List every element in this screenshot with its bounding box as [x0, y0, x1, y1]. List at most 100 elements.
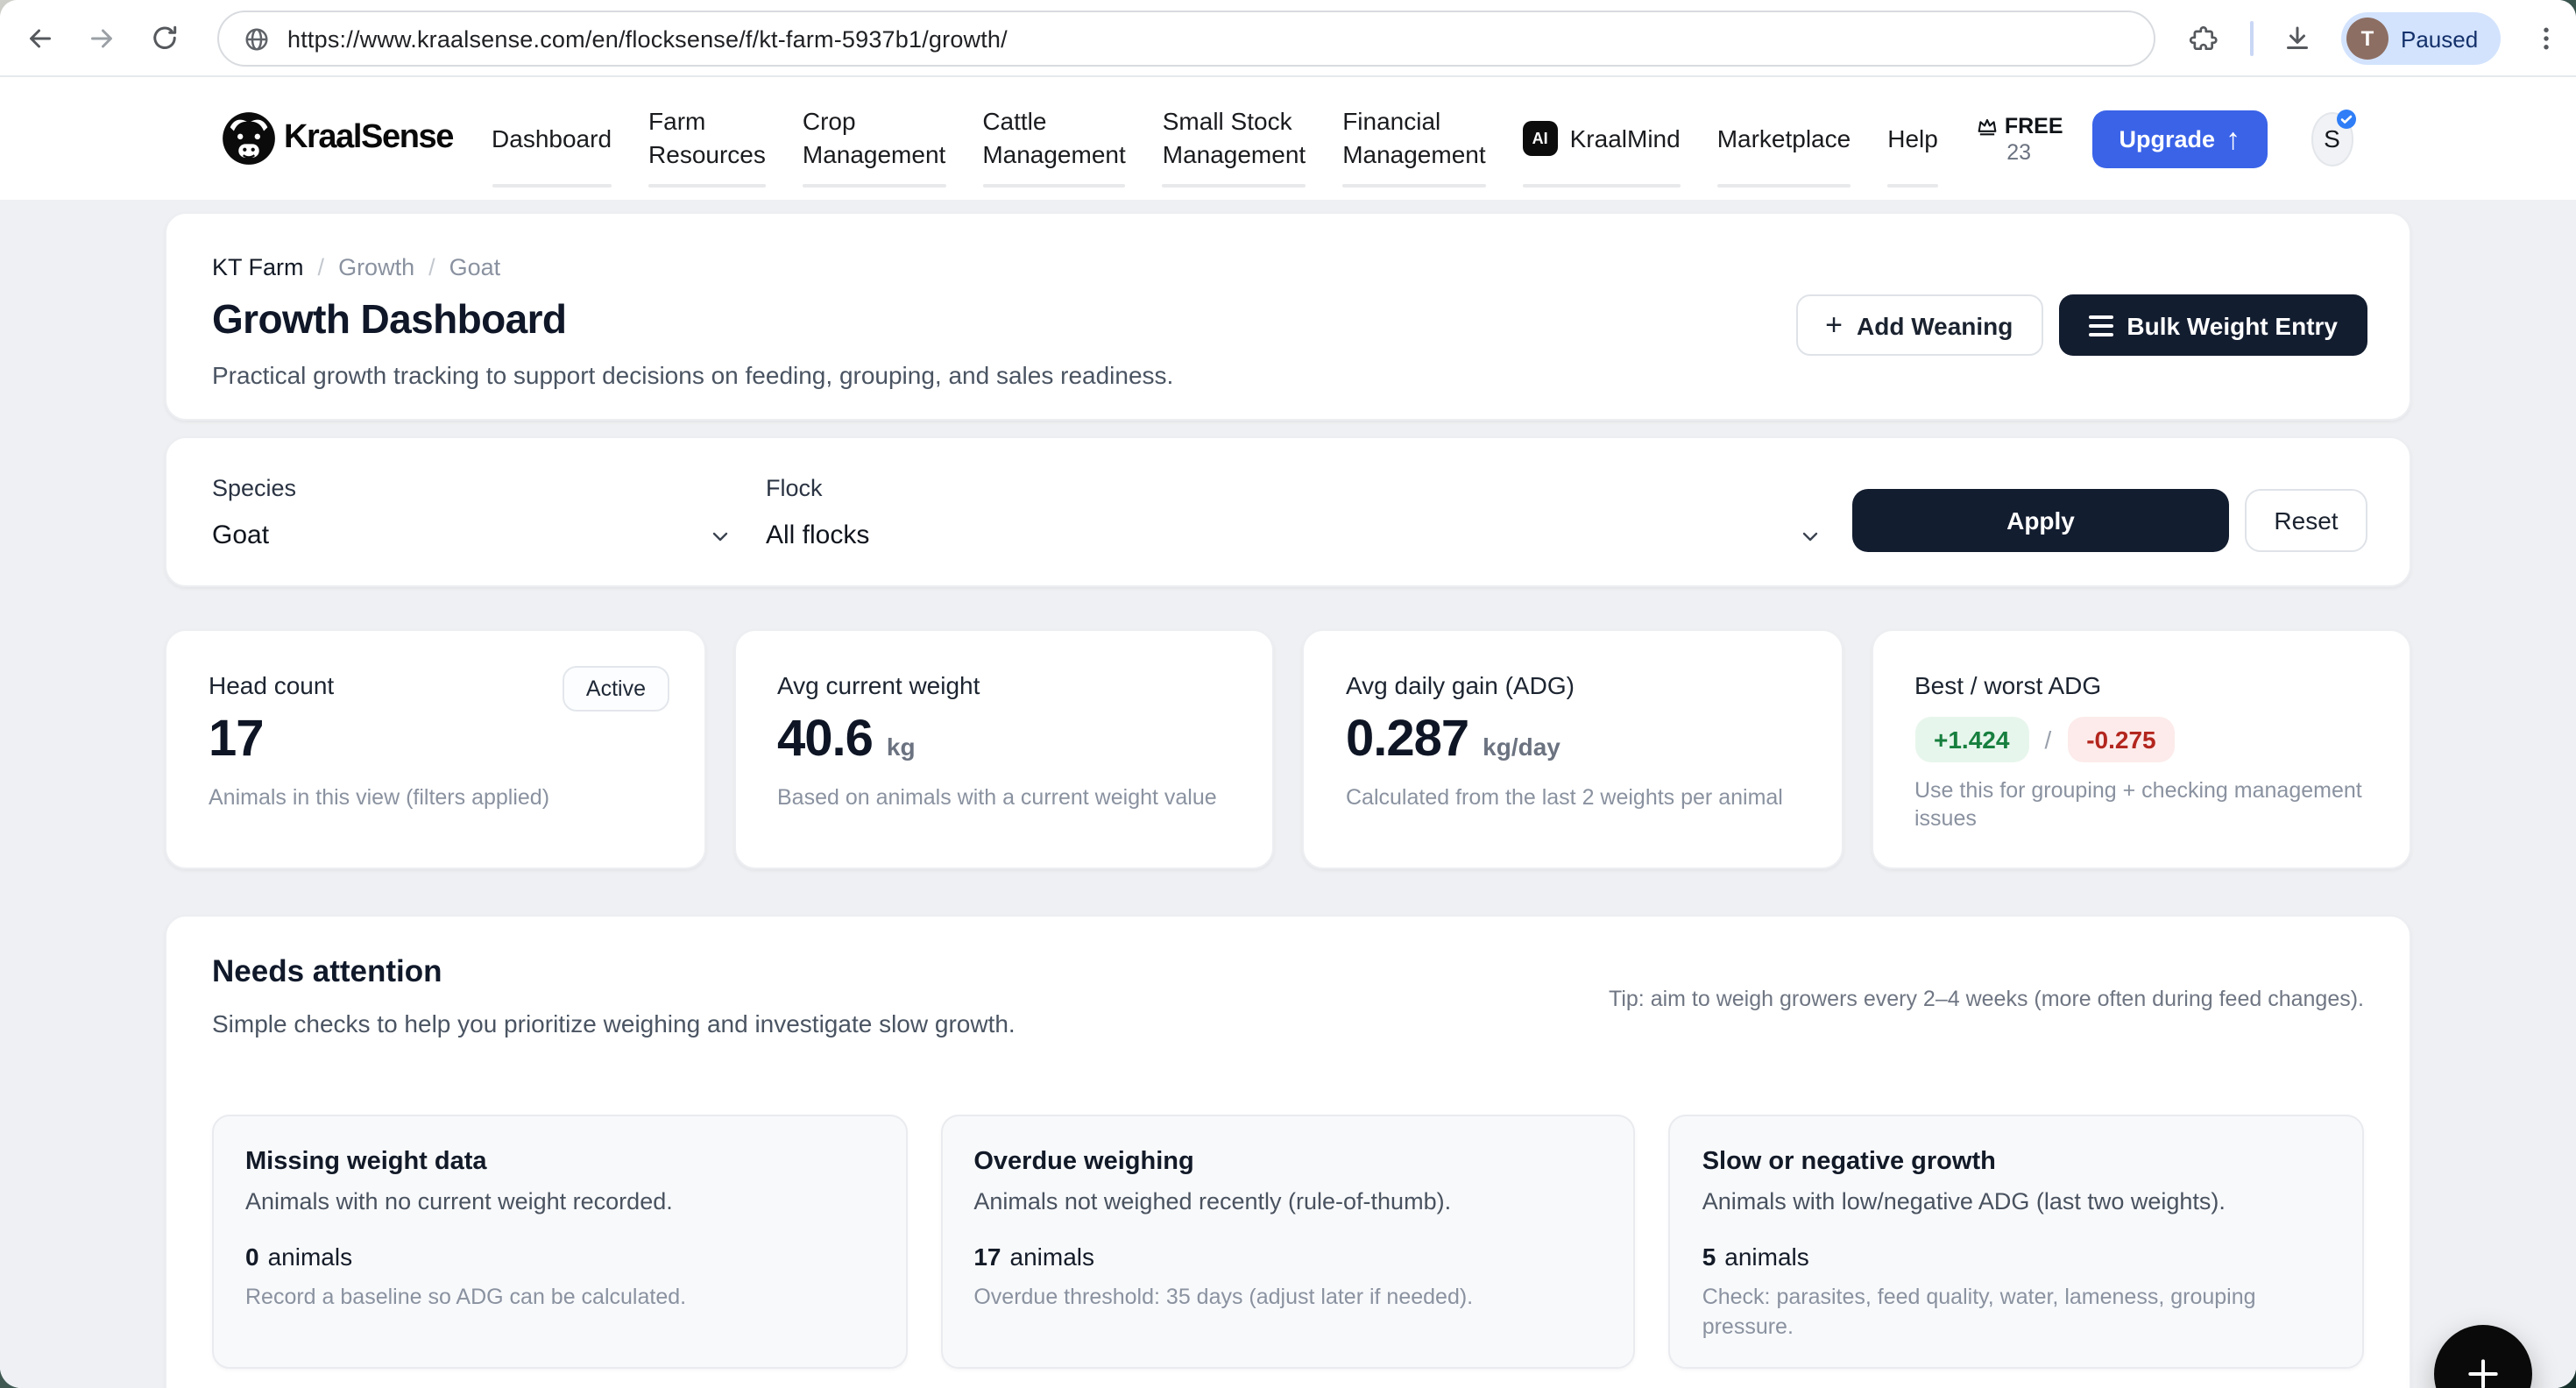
stat-card-avg-weight: Avg current weight 40.6 kg Based on anim…: [733, 629, 1274, 869]
card-count: 17animals: [973, 1243, 1602, 1271]
nav-label: Financial: [1342, 106, 1485, 138]
nav-label: Management: [982, 138, 1125, 171]
count-suffix: animals: [1724, 1243, 1809, 1271]
stat-caption: Animals in this view (filters applied): [209, 783, 665, 812]
add-weaning-label: Add Weaning: [1857, 311, 2013, 339]
section-title: Needs attention: [212, 953, 1016, 990]
attention-header: Needs attention Simple checks to help yo…: [212, 953, 2364, 1037]
card-count: 0animals: [245, 1243, 874, 1271]
stat-value: 0.287: [1346, 712, 1468, 769]
flock-label: Flock: [766, 475, 1821, 501]
plus-icon: +: [1825, 310, 1843, 340]
attention-card-missing-weight: Missing weight data Animals with no curr…: [212, 1115, 907, 1369]
nav-label: KraalMind: [1570, 122, 1681, 154]
card-desc: Animals with low/negative ADG (last two …: [1702, 1188, 2331, 1214]
bull-icon: [221, 110, 277, 166]
brand-name: KraalSense: [284, 119, 453, 158]
nav-label: Crop: [803, 106, 945, 138]
reset-button[interactable]: Reset: [2245, 489, 2367, 552]
reload-button[interactable]: [149, 23, 180, 54]
crown-icon: [1975, 113, 1999, 138]
bulk-weight-label: Bulk Weight Entry: [2127, 311, 2338, 339]
nav-label: Marketplace: [1717, 122, 1851, 154]
stat-caption: Based on animals with a current weight v…: [777, 783, 1234, 812]
nav-item-kraalmind[interactable]: AI KraalMind: [1523, 77, 1681, 200]
up-arrow-icon: ↑: [2226, 124, 2240, 153]
stat-unit: kg/day: [1483, 733, 1560, 761]
nav-label: Cattle: [982, 106, 1125, 138]
species-field: Species Goat: [212, 475, 731, 550]
back-arrow-icon: [25, 23, 56, 54]
nav-label: Resources: [648, 138, 766, 171]
breadcrumb-item-farm[interactable]: KT Farm: [212, 254, 304, 280]
active-badge[interactable]: Active: [563, 666, 669, 712]
nav-label: Dashboard: [492, 122, 612, 154]
nav-underline: [803, 184, 945, 188]
nav-label: Farm: [648, 106, 766, 138]
browser-toolbar: https://www.kraalsense.com/en/flocksense…: [0, 0, 2576, 77]
download-icon: [2282, 23, 2313, 54]
nav-label: Help: [1887, 122, 1938, 154]
flock-select[interactable]: All flocks: [766, 520, 1821, 550]
nav-underline: [982, 184, 1125, 188]
section-tip: Tip: aim to weigh growers every 2–4 week…: [1609, 987, 2364, 1011]
plus-icon: [2464, 1355, 2502, 1388]
user-avatar[interactable]: S: [2311, 111, 2353, 166]
species-value: Goat: [212, 520, 269, 550]
card-title: Missing weight data: [245, 1148, 874, 1176]
species-label: Species: [212, 475, 731, 501]
count-number: 17: [973, 1243, 1001, 1271]
nav-item-marketplace[interactable]: Marketplace: [1717, 77, 1851, 200]
nav-item-small-stock-management[interactable]: Small Stock Management: [1163, 77, 1306, 200]
back-button[interactable]: [25, 23, 56, 54]
browser-profile-chip[interactable]: T Paused: [2341, 12, 2501, 65]
upgrade-button[interactable]: Upgrade ↑: [2093, 110, 2268, 167]
page: KraalSense Dashboard Farm Resources Crop…: [0, 77, 2576, 1388]
stat-unit: kg: [887, 733, 916, 761]
stats-row: Head count Active 17 Animals in this vie…: [165, 629, 2411, 869]
stat-value: 17: [209, 712, 264, 769]
stat-card-adg: Avg daily gain (ADG) 0.287 kg/day Calcul…: [1302, 629, 1843, 869]
sync-status-label: Paused: [2401, 25, 2478, 52]
forward-button[interactable]: [86, 23, 117, 54]
globe-icon: [244, 25, 270, 52]
nav-item-crop-management[interactable]: Crop Management: [803, 77, 945, 200]
extensions-button[interactable]: [2187, 23, 2219, 54]
attention-cards-row: Missing weight data Animals with no curr…: [212, 1115, 2364, 1369]
url-text[interactable]: https://www.kraalsense.com/en/flocksense…: [287, 25, 1008, 52]
nav-item-dashboard[interactable]: Dashboard: [492, 77, 612, 200]
stat-value: 40.6: [777, 712, 873, 769]
flock-value: All flocks: [766, 520, 869, 550]
page-body: KT Farm / Growth / Goat Growth Dashboard…: [0, 200, 2576, 1388]
card-title: Slow or negative growth: [1702, 1148, 2331, 1176]
plan-count: 23: [2006, 139, 2031, 164]
site-navbar: KraalSense Dashboard Farm Resources Crop…: [0, 77, 2576, 200]
puzzle-icon: [2187, 23, 2219, 54]
nav-underline: [1342, 184, 1485, 188]
breadcrumb-item-growth: Growth: [338, 254, 414, 280]
breadcrumb-item-goat: Goat: [449, 254, 501, 280]
download-button[interactable]: [2282, 23, 2313, 54]
kebab-menu-icon: [2530, 23, 2562, 54]
stat-caption: Calculated from the last 2 weights per a…: [1346, 783, 1802, 812]
card-desc: Animals not weighed recently (rule-of-th…: [973, 1188, 1602, 1214]
reload-icon: [149, 23, 180, 54]
nav-underline: [1887, 184, 1938, 188]
bulk-weight-entry-button[interactable]: Bulk Weight Entry: [2058, 294, 2367, 356]
apply-button[interactable]: Apply: [1852, 489, 2229, 552]
filter-card: Species Goat Flock All flocks Apply: [165, 436, 2411, 587]
species-select[interactable]: Goat: [212, 520, 731, 550]
nav-underline: [1163, 184, 1306, 188]
nav-item-financial-management[interactable]: Financial Management: [1342, 77, 1485, 200]
add-weaning-button[interactable]: + Add Weaning: [1795, 294, 2042, 356]
browser-menu-button[interactable]: [2530, 23, 2562, 54]
worst-adg-badge: -0.275: [2067, 717, 2175, 762]
nav-item-help[interactable]: Help: [1887, 77, 1938, 200]
nav-item-farm-resources[interactable]: Farm Resources: [648, 77, 766, 200]
breadcrumb-separator: /: [428, 254, 435, 280]
verified-badge-icon: [2336, 108, 2357, 129]
nav-item-cattle-management[interactable]: Cattle Management: [982, 77, 1125, 200]
count-number: 5: [1702, 1243, 1716, 1271]
brand-logo[interactable]: KraalSense: [221, 110, 453, 166]
url-bar[interactable]: https://www.kraalsense.com/en/flocksense…: [217, 11, 2155, 67]
